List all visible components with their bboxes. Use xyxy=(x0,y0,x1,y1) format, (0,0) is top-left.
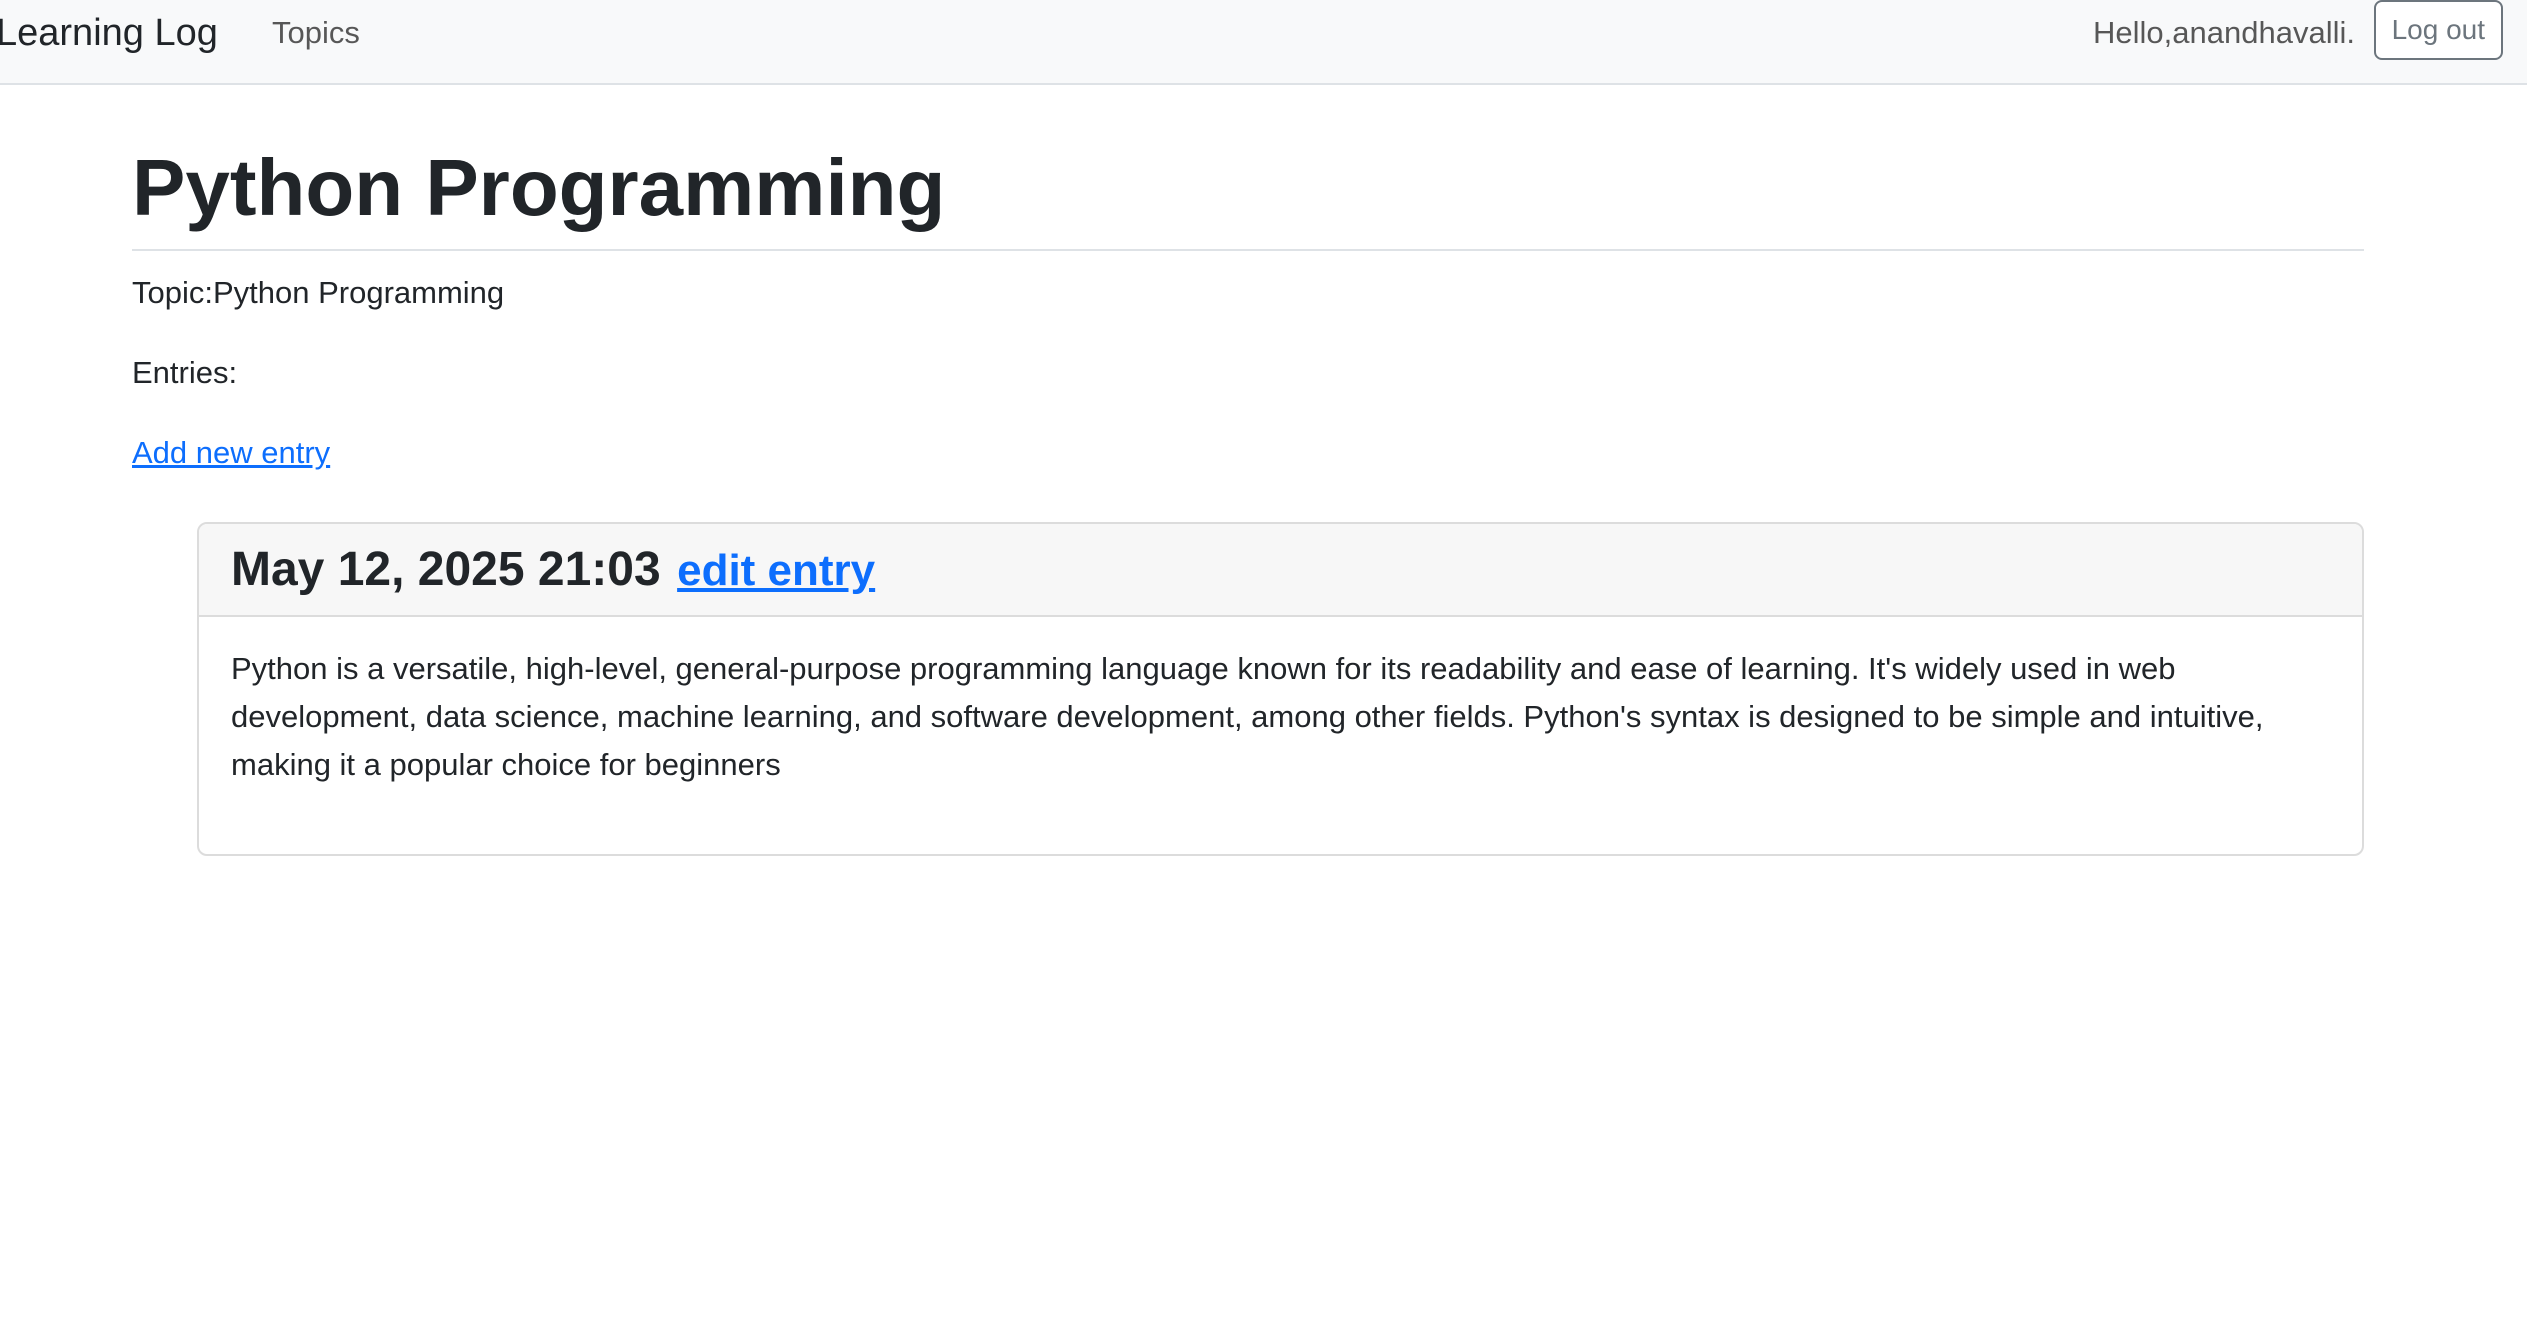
edit-entry-link[interactable]: edit entry xyxy=(677,546,875,595)
brand-link[interactable]: Learning Log xyxy=(0,8,218,58)
entry-text: Python is a versatile, high-level, gener… xyxy=(231,651,2264,782)
entries-heading: Entries: xyxy=(132,355,238,390)
entry-card-header: May 12, 2025 21:03 edit entry xyxy=(199,524,2362,617)
add-new-entry-link[interactable]: Add new entry xyxy=(132,433,330,473)
entry-card: May 12, 2025 21:03 edit entry Python is … xyxy=(197,522,2364,856)
main-content: Python Programming Topic:Python Programm… xyxy=(132,85,2364,856)
page-title: Python Programming xyxy=(132,143,946,232)
topic-line: Topic:Python Programming xyxy=(132,275,505,310)
top-navbar: Learning Log Topics Hello,anandhavalli. … xyxy=(0,0,2527,85)
entry-date: May 12, 2025 21:03 xyxy=(231,543,661,596)
nav-link-topics[interactable]: Topics xyxy=(272,12,360,54)
logout-button[interactable]: Log out xyxy=(2373,0,2503,60)
entry-card-body: Python is a versatile, high-level, gener… xyxy=(199,617,2362,789)
page-header: Python Programming xyxy=(132,143,2364,251)
user-greeting: Hello,anandhavalli. xyxy=(2093,15,2355,50)
